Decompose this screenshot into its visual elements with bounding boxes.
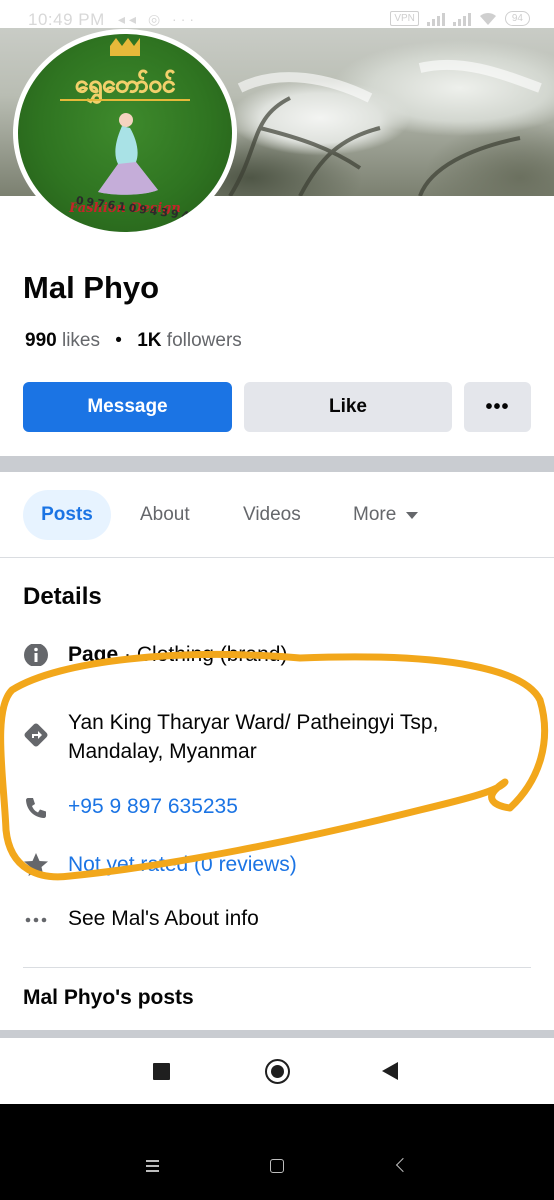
tab-more-label: More [353,504,397,525]
status-right: VPN 94 [390,11,530,26]
like-button-label: Like [328,396,368,417]
page-stats[interactable]: 990 likes • 1K followers [25,330,242,352]
wifi-icon [479,12,496,25]
phone-icon [22,794,50,822]
bottom-divider [0,1030,554,1038]
like-button[interactable]: Like [244,382,452,432]
directions-icon [22,721,50,749]
address-text[interactable]: Yan King Tharyar Ward/ Patheingyi Tsp, M… [68,708,538,766]
brand-logo: ရွှေတော်ဝင် Fashion Design 09761094394 [18,34,232,232]
caret-down-icon [406,511,419,519]
tab-posts[interactable]: Posts [23,490,111,540]
page-label: Page [68,643,119,666]
tab-posts-label: Posts [41,504,93,525]
menu-icon[interactable] [146,1160,159,1175]
tab-more[interactable]: More [353,490,419,540]
more-dots-icon: ••• [485,395,510,418]
logo-title: ရွှေတော်ဝင် [75,69,175,104]
status-bar: 10:49 PM ◂◂ ◎ ··· VPN 94 [0,0,554,30]
see-about-link[interactable]: See Mal's About info [68,904,259,933]
page-category-row: Page · Clothing (brand) [68,640,287,670]
tab-about-label: About [140,504,190,525]
signal-icon-2 [452,12,471,26]
recent-apps-icon[interactable] [153,1063,170,1080]
notification-icons: ◂◂ ◎ ··· [118,11,199,27]
separator-dot: • [115,330,122,351]
home-icon[interactable] [265,1059,290,1084]
likes-label: likes [61,330,100,351]
phone-link[interactable]: +95 9 897 635235 [68,792,238,821]
star-icon [22,851,50,879]
back-icon[interactable] [382,1062,398,1080]
more-options-button[interactable]: ••• [464,382,531,432]
tab-videos-label: Videos [243,504,301,525]
status-time: 10:49 PM [28,10,105,29]
likes-count: 990 [25,330,57,351]
info-icon [22,644,50,666]
profile-avatar[interactable]: ရွှေတော်ဝင် Fashion Design 09761094394 [13,29,237,237]
battery-icon: 94 [504,11,530,26]
vpn-icon: VPN [390,11,419,26]
details-heading: Details [23,583,102,610]
posts-heading: Mal Phyo's posts [23,986,194,1009]
page-title: Mal Phyo [23,270,160,305]
signal-icon [426,12,445,26]
system-home-icon[interactable] [270,1159,284,1173]
tabs-divider [0,557,554,558]
tab-about[interactable]: About [140,490,190,540]
message-button-label: Message [87,396,168,417]
system-navigation-bar [0,1104,554,1200]
page-category: Clothing (brand) [136,643,288,666]
tab-videos[interactable]: Videos [243,490,301,540]
section-divider [0,456,554,472]
followers-label: followers [166,330,242,351]
more-dots-icon [22,906,50,934]
followers-count: 1K [137,330,162,351]
page-separator: · [124,643,137,666]
message-button[interactable]: Message [23,382,232,432]
rating-link[interactable]: Not yet rated (0 reviews) [68,850,297,879]
details-divider [23,967,531,968]
